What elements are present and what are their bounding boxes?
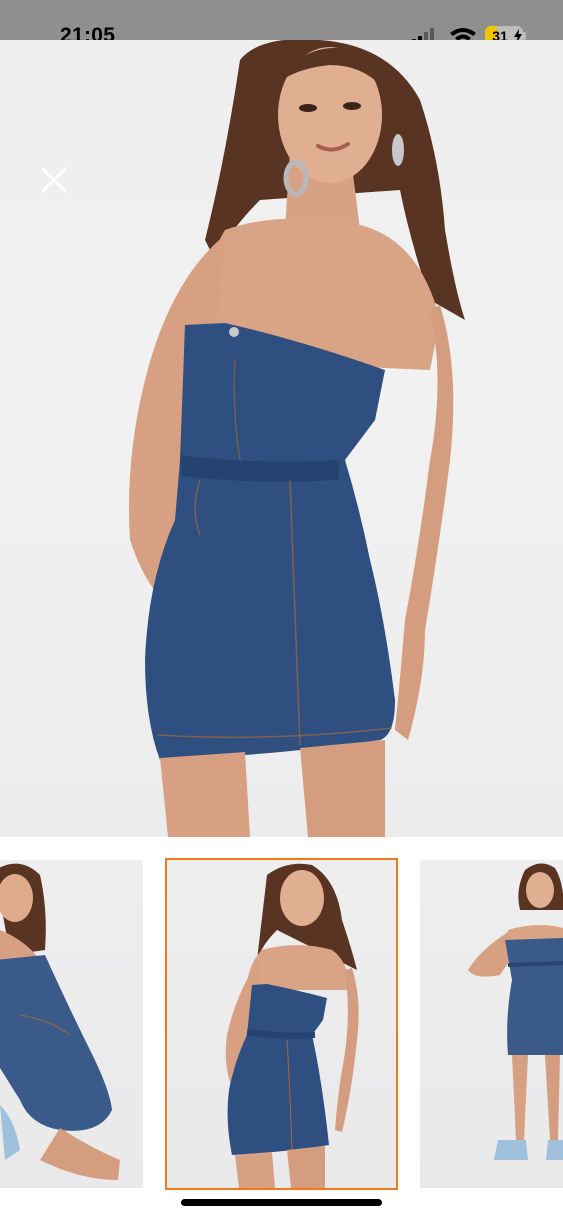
thumbnail-image-kneeling (0, 863, 120, 1180)
close-icon[interactable] (38, 164, 70, 196)
status-bar: 21:05 31 (0, 0, 563, 47)
thumbnail-image-full-length (468, 863, 563, 1160)
thumbnail-1[interactable] (165, 858, 398, 1190)
thumbnail-2[interactable] (420, 860, 563, 1188)
home-indicator[interactable] (181, 1199, 382, 1206)
thumbnail-image-front (225, 863, 359, 1188)
model-illustration (129, 40, 465, 837)
main-product-image[interactable] (0, 40, 563, 837)
battery-cap (523, 32, 526, 40)
thumbnail-strip (0, 858, 563, 1190)
thumbnail-0[interactable] (0, 860, 143, 1188)
